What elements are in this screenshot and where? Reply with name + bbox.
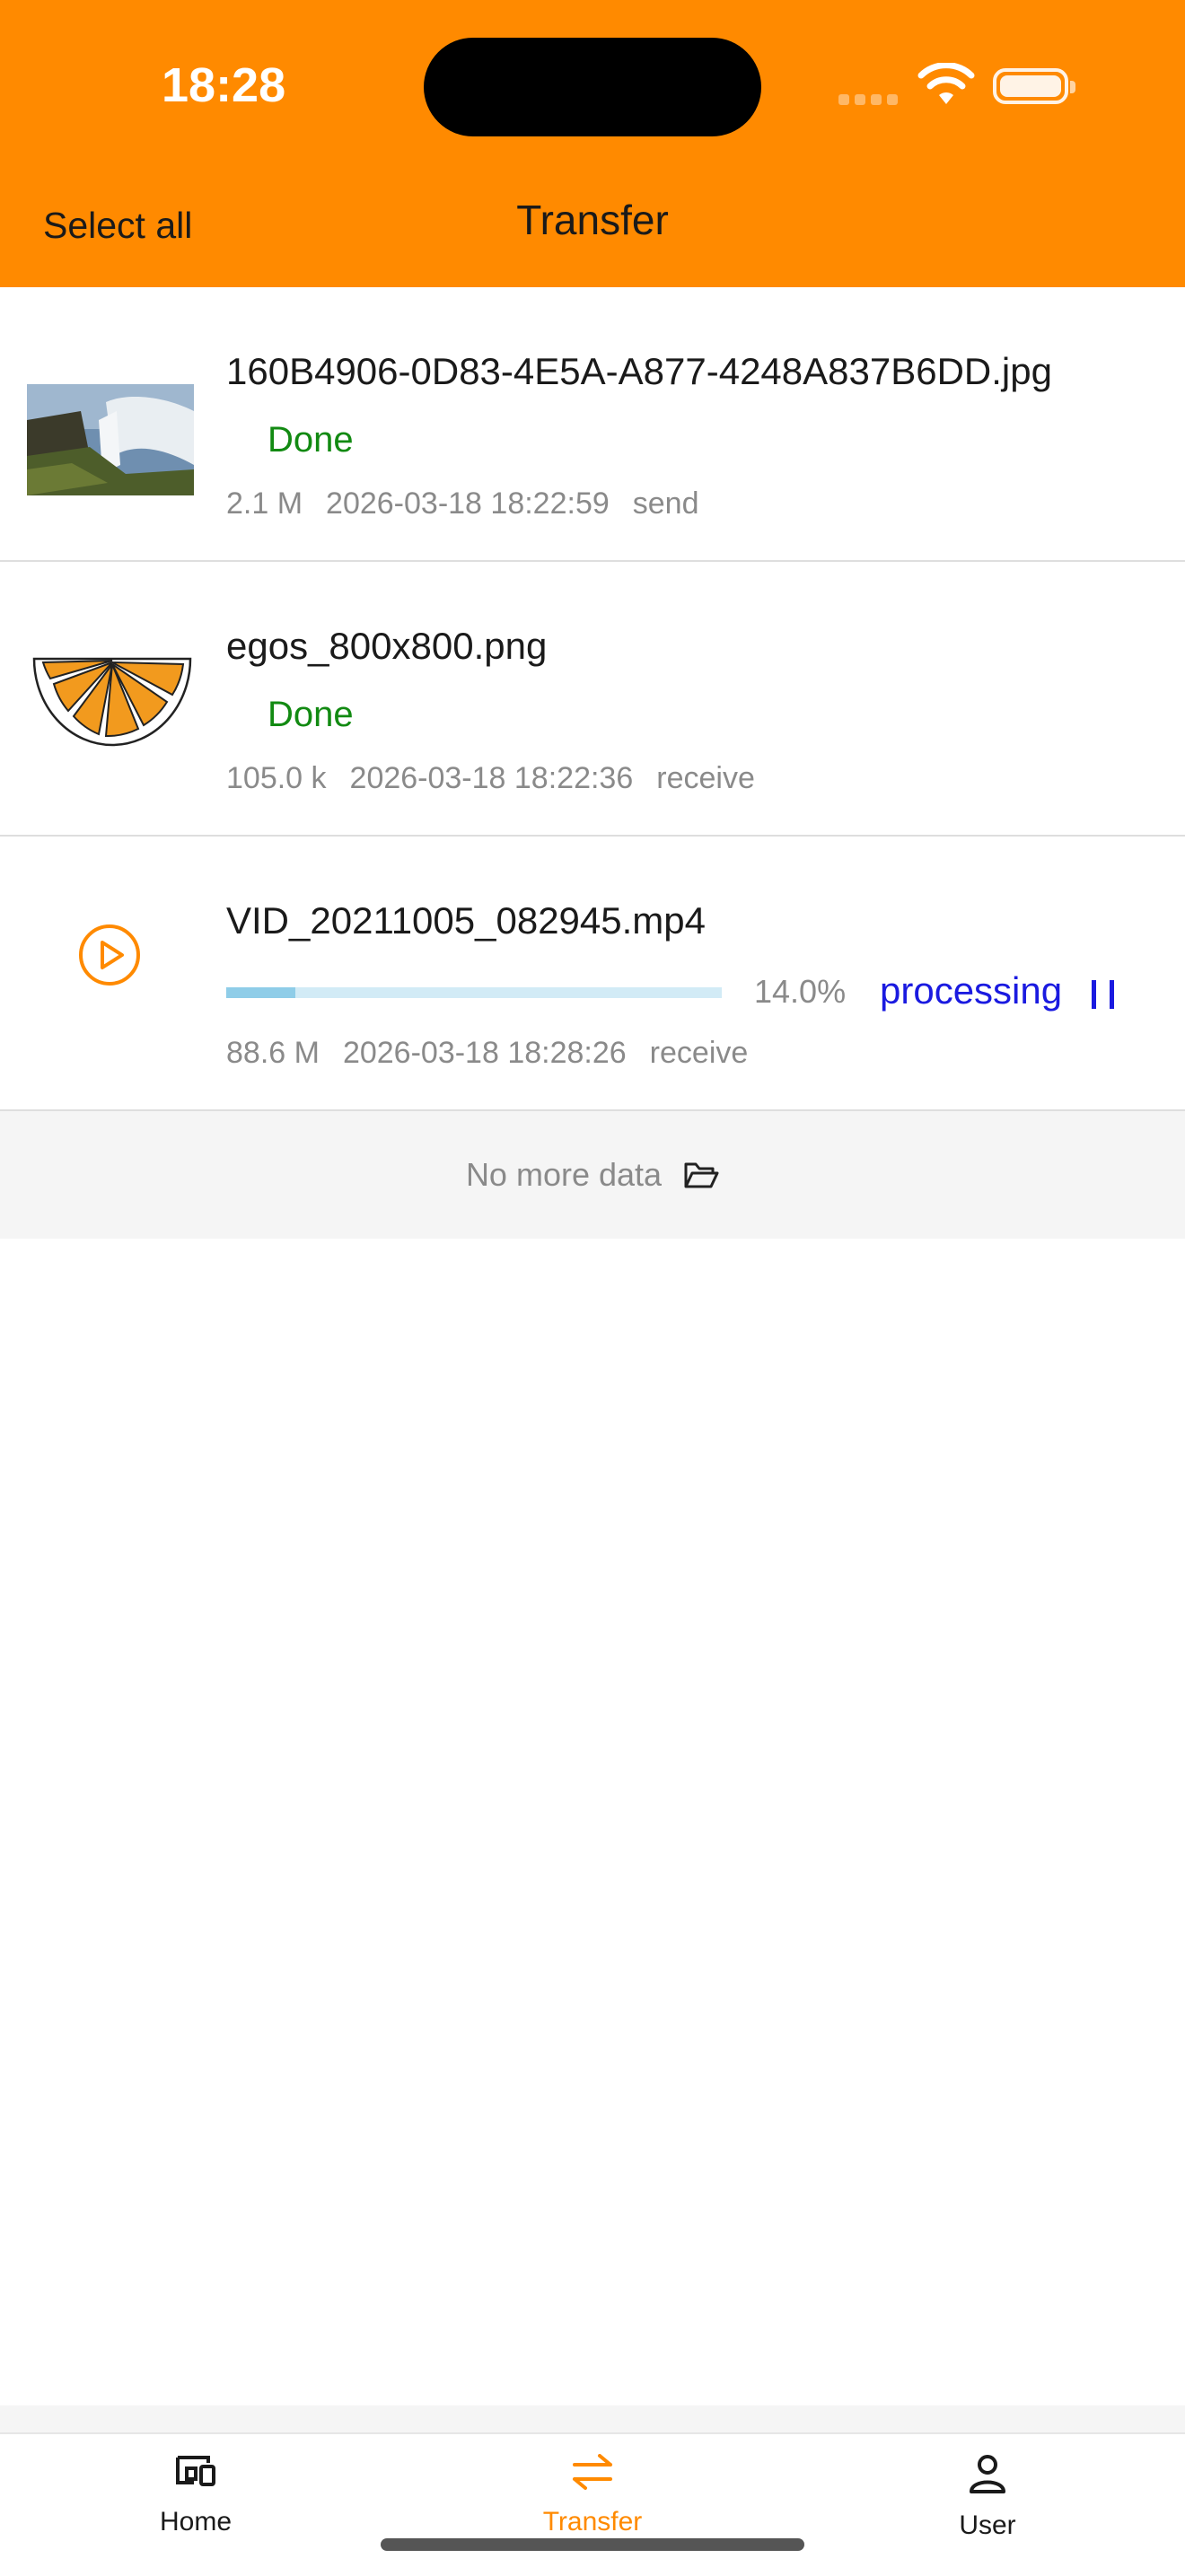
no-more-data-text: No more data — [465, 1156, 663, 1193]
page-title: Transfer — [516, 197, 669, 243]
tab-home-label: Home — [159, 2507, 233, 2537]
file-name: VID_20211005_082945.mp4 — [226, 899, 707, 942]
status-done: Done — [268, 695, 354, 734]
wifi-icon — [917, 63, 975, 104]
tab-bar: Home Transfer User — [0, 2432, 1185, 2576]
file-meta: 88.6 M 2026-03-18 18:28:26 receive — [226, 1036, 771, 1071]
signal-icon — [838, 93, 903, 110]
transfer-item[interactable]: 160B4906-0D83-4E5A-A877-4248A837B6DD.jpg… — [0, 287, 1185, 562]
battery-icon — [993, 68, 1075, 104]
app-header: 18:28 Select all Transfer — [0, 0, 1185, 287]
status-processing: processing — [880, 969, 1063, 1012]
progress-percent: 14.0% — [754, 973, 847, 1010]
status-time: 18:28 — [162, 58, 286, 112]
file-date: 2026-03-18 18:22:59 — [326, 486, 610, 521]
progress-bar — [226, 987, 722, 998]
pause-icon[interactable] — [1092, 980, 1115, 1011]
transfer-direction: receive — [656, 761, 755, 795]
tab-transfer-label: Transfer — [542, 2507, 643, 2537]
file-size: 88.6 M — [226, 1036, 320, 1070]
file-size: 2.1 M — [226, 486, 303, 521]
progress-fill — [226, 987, 296, 998]
transfer-direction: receive — [649, 1036, 749, 1070]
nav-separator — [0, 2405, 1185, 2432]
tab-user-label: User — [959, 2510, 1016, 2540]
dynamic-island — [424, 38, 761, 136]
transfer-item[interactable]: egos_800x800.png Done 105.0 k 2026-03-18 … — [0, 562, 1185, 837]
folder-open-icon — [684, 1162, 719, 1188]
transfer-arrows-icon — [573, 2454, 612, 2490]
file-size: 105.0 k — [226, 761, 327, 795]
file-meta: 105.0 k 2026-03-18 18:22:36 receive — [226, 761, 778, 796]
tab-user[interactable]: User — [880, 2454, 1095, 2541]
home-indicator — [381, 2538, 804, 2551]
tab-transfer[interactable]: Transfer — [485, 2454, 700, 2537]
file-name: egos_800x800.png — [226, 625, 548, 667]
play-icon — [79, 924, 140, 986]
file-name: 160B4906-0D83-4E5A-A877-4248A837B6DD.jpg — [226, 350, 1052, 392]
image-thumbnail — [32, 657, 192, 747]
transfer-direction: send — [632, 486, 699, 521]
file-date: 2026-03-18 18:22:36 — [349, 761, 634, 795]
image-thumbnail — [27, 384, 194, 495]
tab-home[interactable]: Home — [88, 2454, 303, 2537]
file-date: 2026-03-18 18:28:26 — [342, 1036, 627, 1070]
user-icon — [970, 2455, 1005, 2493]
devices-icon — [176, 2456, 215, 2486]
status-done: Done — [268, 420, 354, 460]
list-end-note: No more data — [0, 1111, 1185, 1239]
transfer-item[interactable]: VID_20211005_082945.mp4 14.0% processing… — [0, 837, 1185, 1111]
file-meta: 2.1 M 2026-03-18 18:22:59 send — [226, 486, 723, 521]
